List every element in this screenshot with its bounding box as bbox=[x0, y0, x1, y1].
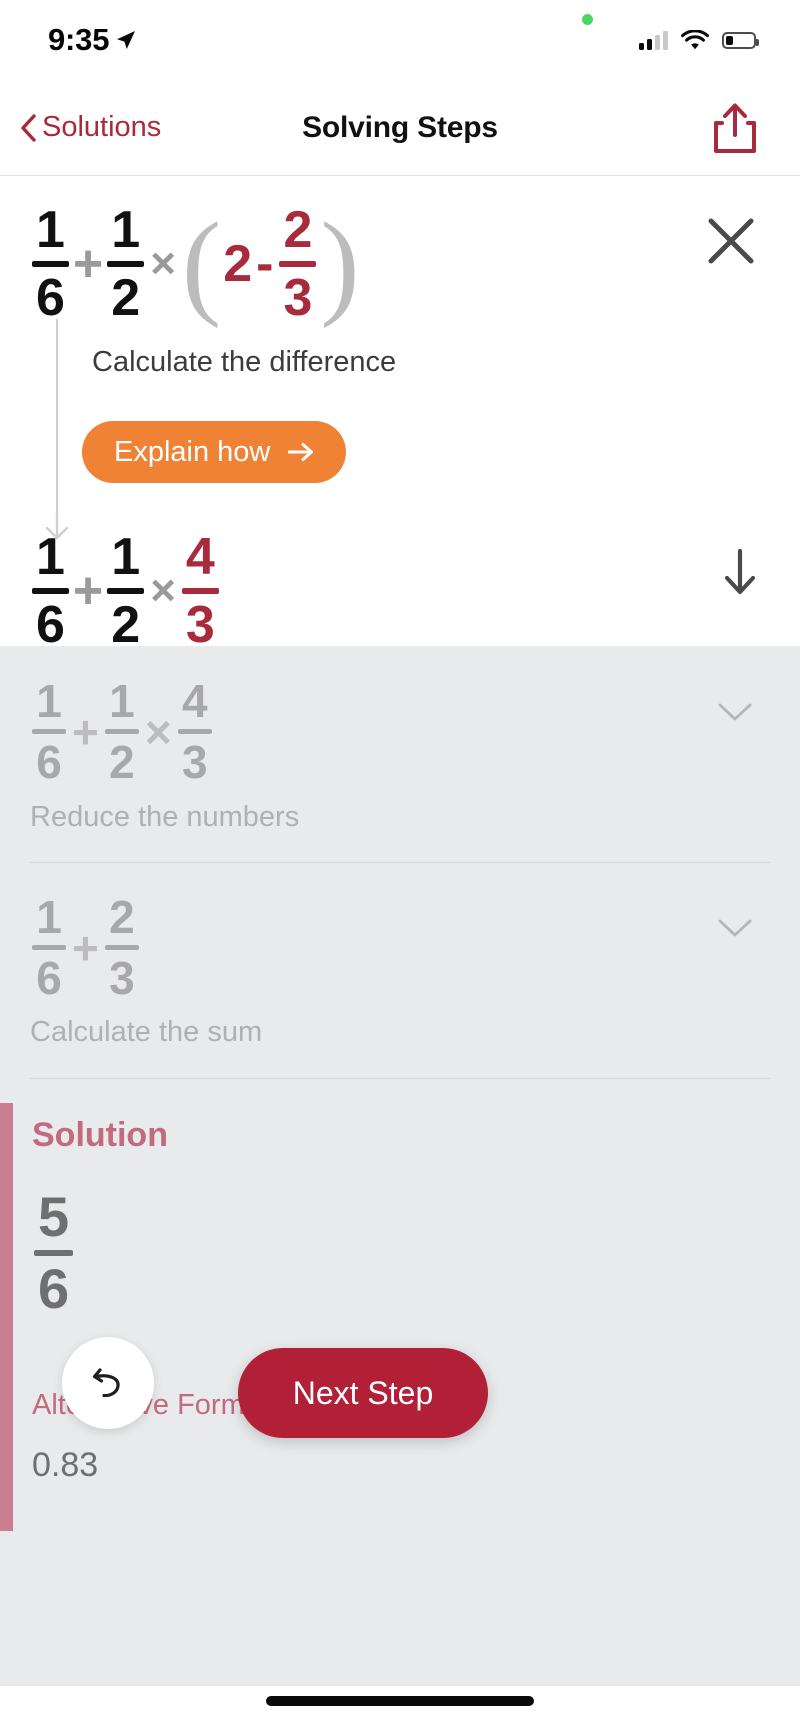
share-icon[interactable] bbox=[712, 102, 758, 154]
status-time-group: 9:35 bbox=[48, 22, 136, 58]
step-hint-text: Calculate the difference bbox=[92, 346, 397, 378]
paren-close: ) bbox=[320, 197, 360, 329]
solution-fraction: 5 6 bbox=[32, 1189, 75, 1317]
chevron-down-icon[interactable] bbox=[718, 702, 752, 722]
app-screen: 9:35 Solutions Solving Steps 1 6 + 1 2 ×… bbox=[0, 0, 800, 1732]
cellular-signal-icon bbox=[639, 30, 668, 50]
fraction-two-thirds: 2 3 bbox=[104, 894, 139, 1001]
fraction-one-sixth: 1 6 bbox=[32, 894, 66, 1001]
paren-open: ( bbox=[181, 197, 222, 329]
fraction-one-sixth: 1 6 bbox=[32, 204, 69, 324]
step-divider-2 bbox=[30, 1078, 770, 1079]
home-indicator bbox=[266, 1696, 534, 1706]
operator-plus: + bbox=[72, 921, 99, 974]
close-icon[interactable] bbox=[704, 214, 758, 268]
step-divider-1 bbox=[30, 862, 770, 863]
arrow-right-icon bbox=[288, 443, 314, 461]
location-arrow-icon bbox=[117, 31, 136, 49]
current-expression: 1 6 + 1 2 × ( 2 - 2 3 ) bbox=[30, 204, 362, 324]
upcoming-step-1-expression: 1 6 + 1 2 × 4 3 bbox=[30, 678, 214, 785]
operator-plus: + bbox=[72, 705, 99, 758]
fraction-two-thirds: 2 3 bbox=[279, 204, 317, 324]
result-fraction-one-half: 1 2 bbox=[107, 531, 145, 651]
fraction-five-sixths: 5 6 bbox=[34, 1189, 74, 1317]
step-connector-line bbox=[56, 319, 58, 531]
solution-heading: Solution bbox=[32, 1116, 168, 1154]
operator-minus: - bbox=[256, 235, 274, 293]
undo-icon bbox=[92, 1368, 120, 1398]
result-fraction-four-thirds: 4 3 bbox=[181, 531, 219, 651]
status-bar: 9:35 bbox=[0, 0, 800, 80]
navigation-bar: Solutions Solving Steps bbox=[0, 80, 800, 176]
arrow-down-icon[interactable] bbox=[722, 548, 758, 596]
fraction-one-half: 1 2 bbox=[107, 204, 145, 324]
upcoming-step-2-label: Calculate the sum bbox=[30, 1016, 263, 1048]
wifi-icon bbox=[681, 29, 709, 49]
operator-times: × bbox=[144, 705, 172, 758]
fraction-one-sixth: 1 6 bbox=[32, 678, 66, 785]
chevron-down-icon[interactable] bbox=[718, 918, 752, 938]
solution-accent-bar bbox=[0, 1103, 13, 1531]
result-operator-plus: + bbox=[72, 562, 104, 620]
upcoming-step-1-label: Reduce the numbers bbox=[30, 801, 300, 833]
status-time: 9:35 bbox=[48, 22, 110, 57]
fraction-one-half: 1 2 bbox=[104, 678, 139, 785]
upcoming-step-2-expression: 1 6 + 2 3 bbox=[30, 894, 141, 1001]
page-title: Solving Steps bbox=[302, 110, 498, 144]
alternative-form-value: 0.83 bbox=[32, 1446, 99, 1484]
operator-times: × bbox=[150, 239, 176, 288]
green-privacy-dot bbox=[582, 14, 593, 25]
upcoming-steps-panel: 1 6 + 1 2 × 4 3 Reduce the numbers 1 6 +… bbox=[0, 646, 800, 1686]
active-step-panel: 1 6 + 1 2 × ( 2 - 2 3 ) Calculate the di… bbox=[0, 176, 800, 651]
operand-two: 2 bbox=[223, 235, 253, 293]
fraction-four-thirds: 4 3 bbox=[177, 678, 212, 785]
parenthesized-group: ( 2 - 2 3 ) bbox=[180, 204, 362, 324]
explain-how-label: Explain how bbox=[114, 435, 271, 468]
step-result-expression: 1 6 + 1 2 × 4 3 bbox=[30, 531, 221, 651]
status-indicators bbox=[639, 29, 759, 51]
result-fraction-one-sixth: 1 6 bbox=[32, 531, 69, 651]
explain-how-button[interactable]: Explain how bbox=[82, 421, 347, 483]
undo-button[interactable] bbox=[62, 1337, 154, 1429]
result-operator-times: × bbox=[150, 566, 176, 615]
next-step-button[interactable]: Next Step bbox=[238, 1348, 488, 1438]
battery-icon bbox=[722, 31, 759, 49]
operator-plus: + bbox=[72, 235, 104, 293]
